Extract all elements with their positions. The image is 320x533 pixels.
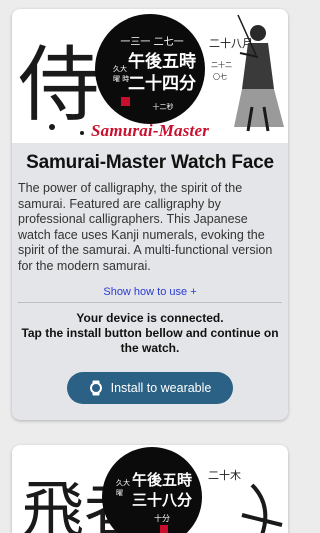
divider [18, 302, 282, 303]
watch-small-top: 一三一 二七一 [120, 36, 183, 48]
watch2-time-line-1: 午後五時 [132, 471, 192, 489]
card-content: Samurai-Master Watch Face The power of c… [12, 143, 288, 404]
svg-text:久大: 久大 [116, 478, 130, 487]
page-title: Samurai-Master Watch Face [26, 152, 274, 173]
svg-text:〇七: 〇七 [213, 72, 227, 81]
install-button-label: Install to wearable [110, 381, 212, 395]
watch2-time-line-2: 三十八分 [132, 491, 192, 509]
show-how-link[interactable]: Show how to use + [18, 286, 282, 298]
calligraphy-char: 侍 [18, 38, 100, 133]
watch-face-card: 侍 一三一 二七一 午後五時 二十四分 久大 曜 時 十二秒 二十八月 二十二 … [12, 9, 288, 420]
install-to-wearable-button[interactable]: Install to wearable [67, 372, 233, 404]
watch-time-line-2: 二十四分 [128, 73, 196, 94]
svg-text:曜: 曜 [116, 489, 123, 497]
banner-title: Samurai-Master [90, 121, 210, 140]
hero-image: 侍 一三一 二七一 午後五時 二十四分 久大 曜 時 十二秒 二十八月 二十二 … [12, 9, 288, 143]
watch-left-small: 久大 [113, 64, 127, 73]
seal-stamp [121, 97, 130, 106]
watch-time-line-1: 午後五時 [128, 51, 196, 72]
samurai-figure [234, 14, 284, 132]
hero-image-2: 飛者 午後五時 三十八分 久大 曜 十分 二十木 [12, 445, 288, 533]
seal-stamp-2 [160, 525, 168, 533]
app-screen: 侍 一三一 二七一 午後五時 二十四分 久大 曜 時 十二秒 二十八月 二十二 … [0, 0, 300, 533]
watch2-date: 二十木 [208, 468, 241, 482]
watch-icon [89, 380, 103, 396]
svg-text:曜 時: 曜 時 [113, 75, 129, 83]
watch-date: 二十八月 [209, 36, 253, 50]
hero-artwork-2: 飛者 午後五時 三十八分 久大 曜 十分 二十木 [22, 447, 283, 533]
svg-text:二十二: 二十二 [211, 60, 232, 69]
status-line-connected: Your device is connected. [76, 311, 224, 325]
watch-face-card-2: 飛者 午後五時 三十八分 久大 曜 十分 二十木 [12, 445, 288, 533]
svg-text:十二秒: 十二秒 [153, 102, 174, 111]
status-message: Your device is connected. Tap the instal… [18, 311, 282, 356]
description: The power of calligraphy, the spirit of … [18, 181, 273, 273]
watch2-side-small: 十分 [154, 513, 170, 523]
status-line-instruction: Tap the install button bellow and contin… [21, 326, 279, 355]
